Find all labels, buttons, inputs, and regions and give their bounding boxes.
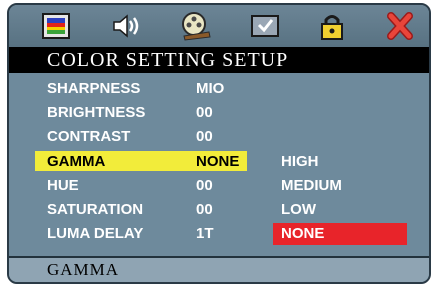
gamma-option-low[interactable]: LOW (281, 199, 316, 221)
menu-toolbar (9, 5, 429, 47)
exit-x-icon[interactable] (383, 10, 417, 42)
setting-row-contrast[interactable]: CONTRAST 00 (9, 126, 429, 148)
setting-label: LUMA DELAY (47, 225, 144, 242)
description-bar: GAMMA (9, 256, 429, 282)
page-title: COLOR SETTING SETUP (9, 47, 429, 73)
film-reel-icon[interactable] (179, 10, 213, 42)
gamma-option-none[interactable]: NONE (273, 223, 407, 245)
setting-label: CONTRAST (47, 128, 131, 145)
setting-row-hue[interactable]: HUE 00 MEDIUM (9, 175, 429, 197)
setting-row-luma-delay[interactable]: LUMA DELAY 1T NONE (9, 223, 429, 245)
setting-row-brightness[interactable]: BRIGHTNESS 00 (9, 102, 429, 124)
setting-label: GAMMA (47, 153, 106, 170)
setting-label: SHARPNESS (47, 80, 141, 97)
description-text: GAMMA (47, 260, 120, 279)
setting-row-gamma[interactable]: GAMMA NONE HIGH (9, 151, 429, 173)
setting-value: 00 (196, 104, 213, 121)
gamma-option-high[interactable]: HIGH (281, 151, 319, 173)
osd-menu-frame: COLOR SETTING SETUP SHARPNESS MIO BRIGHT… (7, 3, 431, 284)
picture-icon[interactable] (39, 10, 73, 42)
padlock-icon[interactable] (315, 10, 349, 42)
gamma-option-medium[interactable]: MEDIUM (281, 175, 342, 197)
setting-label: BRIGHTNESS (47, 104, 146, 121)
settings-panel: SHARPNESS MIO BRIGHTNESS 00 CONTRAST 00 … (9, 73, 429, 256)
setting-row-sharpness[interactable]: SHARPNESS MIO (9, 78, 429, 100)
setting-value: 00 (196, 201, 213, 218)
setting-row-saturation[interactable]: SATURATION 00 LOW (9, 199, 429, 221)
setting-label: SATURATION (47, 201, 144, 218)
speaker-icon[interactable] (110, 10, 144, 42)
setting-value: 00 (196, 177, 213, 194)
setting-value: 00 (196, 128, 213, 145)
setting-label: HUE (47, 177, 79, 194)
setting-value: MIO (196, 80, 225, 97)
setting-value: 1T (196, 225, 214, 242)
setting-value: NONE (196, 153, 240, 170)
checkmark-screen-icon[interactable] (248, 10, 282, 42)
